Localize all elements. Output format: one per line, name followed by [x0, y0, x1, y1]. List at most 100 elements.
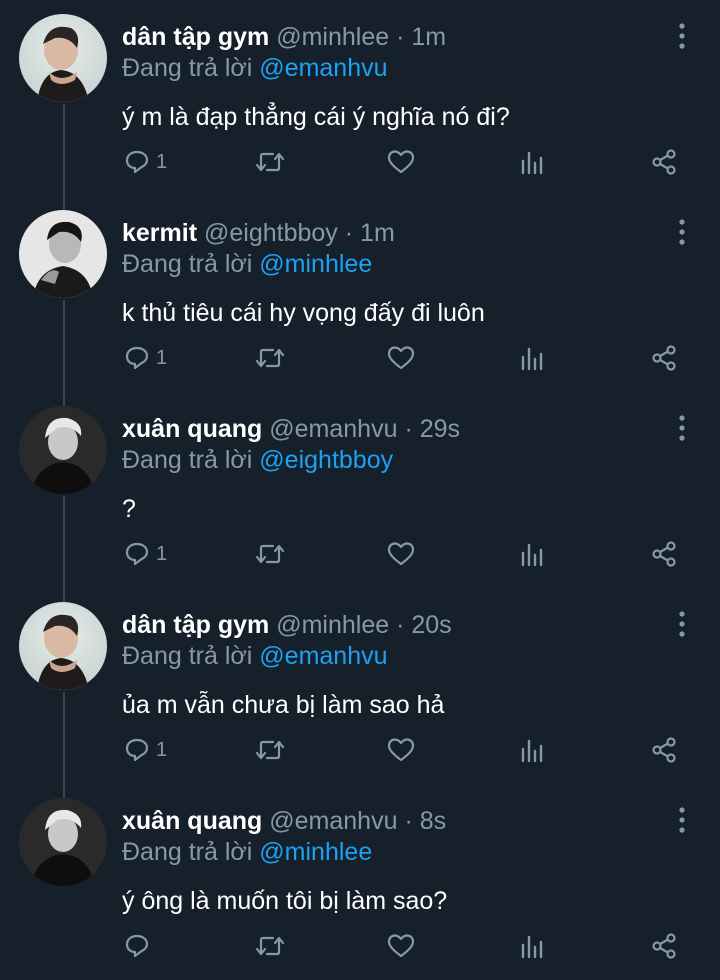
mention-link[interactable]: @minhlee: [259, 250, 372, 278]
display-name[interactable]: xuân quang: [122, 415, 262, 443]
reply-button[interactable]: 1: [124, 338, 167, 378]
tweet-actions: [0, 926, 720, 966]
retweet-button[interactable]: [255, 338, 285, 378]
reply-button[interactable]: 1: [124, 142, 167, 182]
retweet-button[interactable]: [255, 142, 285, 182]
reply-button[interactable]: 1: [124, 534, 167, 574]
share-button[interactable]: [650, 142, 678, 182]
avatar[interactable]: [19, 406, 107, 494]
like-button[interactable]: [387, 926, 415, 966]
timestamp[interactable]: 20s: [411, 611, 451, 639]
like-icon: [387, 738, 415, 762]
replying-to-label: Đang trả lời: [122, 250, 253, 278]
timestamp[interactable]: 8s: [420, 807, 446, 835]
like-icon: [387, 934, 415, 958]
more-options-icon[interactable]: [672, 20, 692, 52]
tweet[interactable]: dân tập gym @minhlee · 1m Đang trả lời @…: [0, 0, 720, 196]
analytics-button[interactable]: [520, 142, 544, 182]
analytics-button[interactable]: [520, 730, 544, 770]
retweet-icon: [255, 740, 285, 760]
tweet-header: kermit @eightbboy · 1m: [122, 218, 395, 248]
replying-to: Đang trả lời @minhlee: [122, 837, 372, 867]
retweet-icon: [255, 152, 285, 172]
analytics-icon: [521, 151, 543, 175]
more-options-icon[interactable]: [672, 608, 692, 640]
timestamp[interactable]: 1m: [360, 219, 395, 247]
like-button[interactable]: [387, 534, 415, 574]
share-icon: [652, 345, 676, 371]
like-button[interactable]: [387, 338, 415, 378]
tweet[interactable]: xuân quang @emanhvu · 8s Đang trả lời @m…: [0, 784, 720, 980]
reply-icon: [125, 934, 149, 958]
tweet-actions: 1: [0, 142, 720, 182]
tweet-text: ý m là đạp thẳng cái ý nghĩa nó đi?: [122, 103, 510, 131]
more-options-icon[interactable]: [672, 412, 692, 444]
replying-to: Đang trả lời @eightbboy: [122, 445, 393, 475]
analytics-icon: [521, 543, 543, 567]
retweet-icon: [255, 544, 285, 564]
user-handle[interactable]: @minhlee: [276, 23, 389, 51]
tweet-header: xuân quang @emanhvu · 29s: [122, 414, 460, 444]
tweet-text: k thủ tiêu cái hy vọng đấy đi luôn: [122, 299, 485, 327]
tweet[interactable]: dân tập gym @minhlee · 20s Đang trả lời …: [0, 588, 720, 784]
reply-count: 1: [156, 542, 168, 565]
like-button[interactable]: [387, 730, 415, 770]
tweet-text: ủa m vẫn chưa bị làm sao hả: [122, 691, 445, 719]
avatar[interactable]: [19, 210, 107, 298]
tweet-header: xuân quang @emanhvu · 8s: [122, 806, 446, 836]
tweet-actions: 1: [0, 534, 720, 574]
reply-button[interactable]: 1: [124, 730, 167, 770]
reply-icon: [125, 346, 149, 370]
retweet-button[interactable]: [255, 926, 285, 966]
replying-to-label: Đang trả lời: [122, 838, 253, 866]
analytics-button[interactable]: [520, 926, 544, 966]
share-button[interactable]: [650, 730, 678, 770]
tweet[interactable]: xuân quang @emanhvu · 29s Đang trả lời @…: [0, 392, 720, 588]
analytics-button[interactable]: [520, 338, 544, 378]
retweet-button[interactable]: [255, 730, 285, 770]
replying-to: Đang trả lời @minhlee: [122, 249, 372, 279]
reply-count: 1: [156, 150, 168, 173]
display-name[interactable]: dân tập gym: [122, 611, 269, 639]
separator-dot: ·: [404, 415, 413, 443]
display-name[interactable]: xuân quang: [122, 807, 262, 835]
tweet-actions: 1: [0, 730, 720, 770]
retweet-icon: [255, 936, 285, 956]
retweet-icon: [255, 348, 285, 368]
share-button[interactable]: [650, 338, 678, 378]
share-button[interactable]: [650, 534, 678, 574]
share-icon: [652, 541, 676, 567]
analytics-button[interactable]: [520, 534, 544, 574]
retweet-button[interactable]: [255, 534, 285, 574]
user-handle[interactable]: @emanhvu: [269, 807, 397, 835]
share-icon: [652, 933, 676, 959]
tweet[interactable]: kermit @eightbboy · 1m Đang trả lời @min…: [0, 196, 720, 392]
timestamp[interactable]: 1m: [411, 23, 446, 51]
reply-button[interactable]: [124, 926, 156, 966]
analytics-icon: [521, 739, 543, 763]
user-handle[interactable]: @minhlee: [276, 611, 389, 639]
mention-link[interactable]: @minhlee: [259, 838, 372, 866]
more-options-icon[interactable]: [672, 216, 692, 248]
reply-count: 1: [156, 738, 168, 761]
reply-icon: [125, 738, 149, 762]
more-options-icon[interactable]: [672, 804, 692, 836]
display-name[interactable]: kermit: [122, 219, 197, 247]
analytics-icon: [521, 347, 543, 371]
like-button[interactable]: [387, 142, 415, 182]
mention-link[interactable]: @eightbboy: [259, 446, 393, 474]
separator-dot: ·: [396, 23, 405, 51]
avatar[interactable]: [19, 798, 107, 886]
mention-link[interactable]: @emanhvu: [259, 54, 387, 82]
user-handle[interactable]: @emanhvu: [269, 415, 397, 443]
timestamp[interactable]: 29s: [420, 415, 460, 443]
mention-link[interactable]: @emanhvu: [259, 642, 387, 670]
like-icon: [387, 346, 415, 370]
display-name[interactable]: dân tập gym: [122, 23, 269, 51]
share-icon: [652, 149, 676, 175]
avatar[interactable]: [19, 602, 107, 690]
avatar[interactable]: [19, 14, 107, 102]
user-handle[interactable]: @eightbboy: [204, 219, 338, 247]
share-icon: [652, 737, 676, 763]
share-button[interactable]: [650, 926, 678, 966]
